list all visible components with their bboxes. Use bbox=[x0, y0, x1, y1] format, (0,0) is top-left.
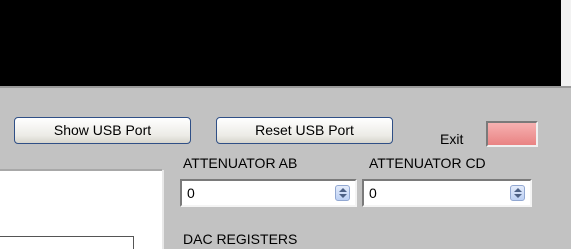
exit-button[interactable] bbox=[486, 121, 538, 147]
divider bbox=[0, 86, 571, 88]
display-edge bbox=[561, 0, 571, 86]
attenuator-ab-value: 0 bbox=[187, 185, 195, 201]
updown-arrows-icon[interactable] bbox=[510, 185, 525, 201]
dac-registers-label: DAC REGISTERS bbox=[183, 231, 298, 247]
attenuator-ab-input[interactable]: 0 bbox=[180, 179, 357, 207]
attenuator-cd-label: ATTENUATOR CD bbox=[369, 155, 486, 171]
left-subfield bbox=[0, 236, 134, 249]
left-panel-edge bbox=[162, 170, 164, 249]
attenuator-ab-label: ATTENUATOR AB bbox=[183, 155, 298, 171]
attenuator-cd-value: 0 bbox=[369, 185, 377, 201]
updown-arrows-icon[interactable] bbox=[335, 185, 350, 201]
exit-label: Exit bbox=[440, 131, 464, 147]
show-usb-port-button[interactable]: Show USB Port bbox=[14, 117, 191, 144]
display-panel bbox=[0, 0, 571, 86]
attenuator-cd-input[interactable]: 0 bbox=[362, 179, 532, 207]
reset-usb-port-button[interactable]: Reset USB Port bbox=[216, 117, 393, 144]
